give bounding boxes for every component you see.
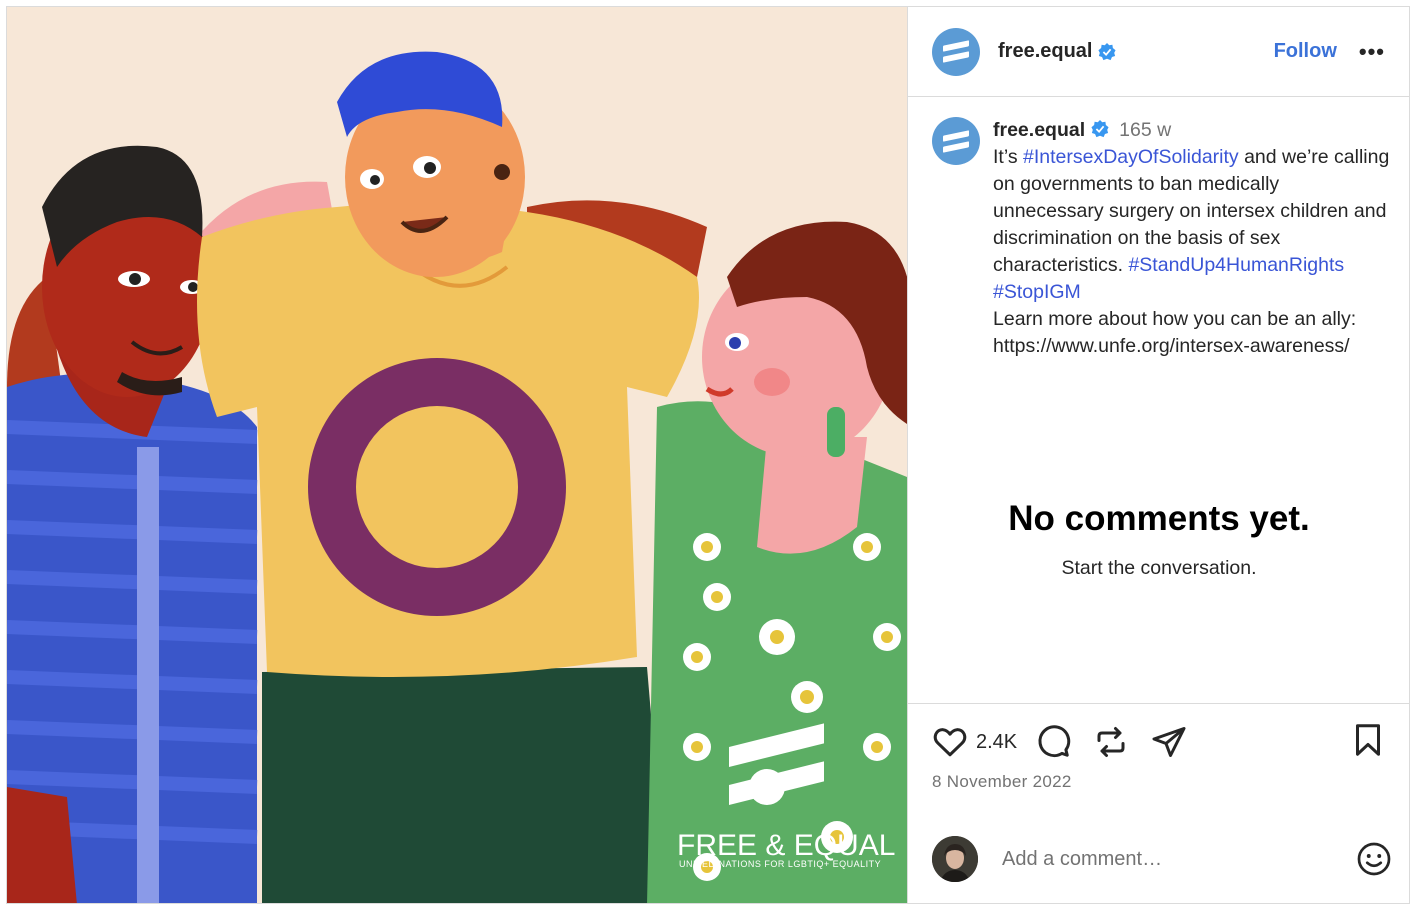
- post-caption: free.equal 165 w It’s #IntersexDayOfSolid…: [932, 117, 1392, 360]
- comment-input[interactable]: [1000, 846, 1334, 872]
- like-count[interactable]: 2.4K: [976, 731, 1017, 754]
- author-avatar[interactable]: [932, 27, 980, 76]
- share-icon[interactable]: [1151, 724, 1187, 760]
- caption-text: free.equal 165 w It’s #IntersexDayOfSolid…: [993, 117, 1392, 360]
- caption-username[interactable]: free.equal: [993, 119, 1085, 141]
- comment-composer: [932, 834, 1392, 884]
- repost-icon[interactable]: [1093, 724, 1129, 760]
- logo-text: FREE & EQUAL: [677, 829, 895, 862]
- follow-button[interactable]: Follow: [1274, 40, 1337, 63]
- post-side-panel: free.equal Follow ••• free.equal 165 w It…: [907, 7, 1409, 903]
- verified-badge-icon: [1091, 120, 1109, 138]
- post-header: free.equal Follow •••: [908, 7, 1409, 97]
- empty-comments: No comments yet. Start the conversation.: [908, 499, 1409, 580]
- hashtag-link[interactable]: #StandUp4HumanRights: [1128, 254, 1344, 276]
- empty-comments-title: No comments yet.: [1008, 499, 1310, 538]
- comment-icon[interactable]: [1035, 724, 1071, 760]
- caption-author-avatar[interactable]: [932, 117, 980, 165]
- caption-part: It’s: [993, 146, 1023, 168]
- heart-icon[interactable]: [932, 724, 968, 760]
- more-icon[interactable]: •••: [1359, 39, 1385, 65]
- post-age[interactable]: 165 w: [1119, 119, 1171, 141]
- post-date[interactable]: 8 November 2022: [932, 772, 1072, 792]
- empty-comments-subtitle: Start the conversation.: [1061, 557, 1257, 579]
- post-image[interactable]: FREE & EQUAL UNITED NATIONS FOR LGBTIQ+ …: [7, 7, 907, 903]
- bookmark-icon[interactable]: [1350, 722, 1386, 758]
- hashtag-link[interactable]: #IntersexDayOfSolidarity: [1023, 146, 1239, 168]
- verified-badge-icon: [1098, 42, 1117, 60]
- emoji-icon[interactable]: [1356, 841, 1392, 877]
- illustration: FREE & EQUAL UNITED NATIONS FOR LGBTIQ+ …: [7, 7, 907, 903]
- post-modal: FREE & EQUAL UNITED NATIONS FOR LGBTIQ+ …: [6, 6, 1410, 904]
- post-actions: 2.4K 8 November 2022: [908, 703, 1409, 903]
- logo-subtext: UNITED NATIONS FOR LGBTIQ+ EQUALITY: [679, 859, 881, 869]
- author-username[interactable]: free.equal: [998, 40, 1092, 63]
- hashtag-link[interactable]: #StopIGM: [993, 281, 1081, 303]
- caption-part: Learn more about how you can be an ally:…: [993, 308, 1357, 357]
- action-icons: 2.4K: [932, 722, 1187, 762]
- current-user-avatar[interactable]: [932, 836, 978, 882]
